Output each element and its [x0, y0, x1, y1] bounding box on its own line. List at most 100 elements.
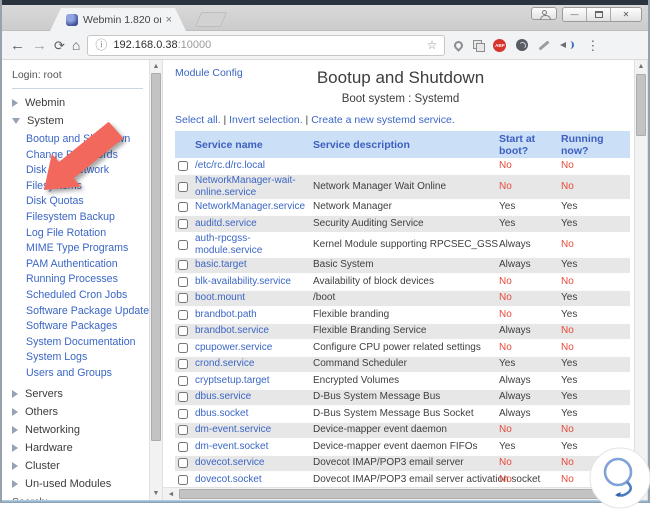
- service-checkbox[interactable]: [178, 474, 188, 485]
- home-button[interactable]: ⌂: [72, 38, 80, 52]
- sidebar-category-cluster[interactable]: Cluster: [12, 460, 145, 472]
- service-name-link[interactable]: cryptsetup.target: [195, 375, 313, 387]
- forward-button[interactable]: →: [32, 38, 47, 53]
- service-checkbox[interactable]: [178, 408, 188, 419]
- volume-extension-icon[interactable]: [560, 39, 575, 51]
- service-name-link[interactable]: brandbot.path: [195, 309, 313, 321]
- action-link-select-all[interactable]: Select all.: [175, 114, 221, 126]
- service-checkbox[interactable]: [178, 458, 188, 469]
- sidebar-item-disk-quotas[interactable]: Disk Quotas: [26, 194, 145, 210]
- service-checkbox[interactable]: [178, 181, 188, 192]
- sidebar-category-servers[interactable]: Servers: [12, 388, 145, 400]
- service-name-link[interactable]: blk-availability.service: [195, 276, 313, 288]
- service-name-link[interactable]: /etc/rc.d/rc.local: [195, 160, 313, 172]
- close-window-button[interactable]: ✕: [611, 8, 641, 21]
- browser-tab[interactable]: Webmin 1.820 on localh ×: [50, 8, 186, 31]
- service-name-link[interactable]: dbus.service: [195, 391, 313, 403]
- service-name-link[interactable]: basic.target: [195, 259, 313, 271]
- action-link-invert-selection[interactable]: Invert selection.: [229, 114, 303, 126]
- service-checkbox[interactable]: [178, 260, 188, 271]
- url-text[interactable]: 192.168.0.38:10000: [113, 39, 211, 51]
- extension-dark-circle-icon[interactable]: [516, 39, 529, 51]
- bookmark-star-icon[interactable]: ☆: [427, 38, 438, 52]
- page-scrollbar[interactable]: ▲ ▼: [634, 60, 648, 500]
- browser-menu-icon[interactable]: ⋮: [584, 39, 599, 52]
- maximize-button[interactable]: [587, 8, 611, 21]
- service-checkbox[interactable]: [178, 239, 188, 250]
- profile-button[interactable]: [531, 7, 557, 20]
- service-name-link[interactable]: NetworkManager-wait-online.service: [195, 175, 313, 199]
- module-config-link[interactable]: Module Config: [175, 67, 243, 79]
- sidebar-category-networking[interactable]: Networking: [12, 424, 145, 436]
- sidebar-item-system-logs[interactable]: System Logs: [26, 350, 145, 366]
- info-icon[interactable]: ⓘ: [95, 39, 107, 51]
- extension-lamp-icon[interactable]: [452, 38, 466, 52]
- service-checkbox[interactable]: [178, 425, 188, 436]
- horizontal-scroll-thumb[interactable]: [179, 489, 619, 499]
- service-name-link[interactable]: dbus.socket: [195, 408, 313, 420]
- sidebar-item-change-passwords[interactable]: Change Passwords: [26, 148, 145, 164]
- sidebar-category-webmin[interactable]: Webmin: [12, 97, 145, 109]
- back-button[interactable]: ←: [10, 38, 25, 53]
- sidebar-category-hardware[interactable]: Hardware: [12, 442, 145, 454]
- scroll-left-icon[interactable]: ◄: [165, 488, 177, 500]
- service-checkbox[interactable]: [178, 293, 188, 304]
- sidebar-scroll-thumb[interactable]: [151, 73, 161, 441]
- sidebar-item-bootup-and-shutdown[interactable]: Bootup and Shutdown: [26, 132, 145, 148]
- service-name-link[interactable]: boot.mount: [195, 292, 313, 304]
- scroll-down-icon[interactable]: ▼: [150, 487, 162, 500]
- sidebar-item-disk-and-network[interactable]: Disk and Network: [26, 163, 145, 179]
- service-name-link[interactable]: dm-event.socket: [195, 441, 313, 453]
- service-checkbox[interactable]: [178, 276, 188, 287]
- sidebar-item-pam-authentication[interactable]: PAM Authentication: [26, 257, 145, 273]
- address-bar[interactable]: ⓘ 192.168.0.38:10000 ☆: [87, 34, 446, 56]
- service-checkbox[interactable]: [178, 326, 188, 337]
- sidebar-item-mime-type-programs[interactable]: MIME Type Programs: [26, 241, 145, 257]
- horizontal-scrollbar[interactable]: ◄: [163, 487, 634, 500]
- running-now-value: Yes: [561, 217, 578, 229]
- sidebar-item-log-file-rotation[interactable]: Log File Rotation: [26, 226, 145, 242]
- service-name-link[interactable]: dovecot.service: [195, 457, 313, 469]
- service-name-link[interactable]: brandbot.service: [195, 325, 313, 337]
- sidebar-item-software-package-updates[interactable]: Software Package Updates: [26, 304, 149, 320]
- service-checkbox[interactable]: [178, 160, 188, 171]
- service-name-link[interactable]: dm-event.service: [195, 424, 313, 436]
- service-checkbox[interactable]: [178, 342, 188, 353]
- scroll-up-icon[interactable]: ▲: [635, 60, 647, 73]
- sidebar-item-filesystem-backup[interactable]: Filesystem Backup: [26, 210, 145, 226]
- sidebar-scrollbar[interactable]: ▲ ▼: [149, 60, 163, 500]
- scroll-up-icon[interactable]: ▲: [150, 60, 162, 73]
- sidebar-category-un-used-modules[interactable]: Un-used Modules: [12, 478, 145, 490]
- minimize-button[interactable]: —: [563, 8, 587, 21]
- page-scroll-thumb[interactable]: [636, 74, 646, 136]
- tab-close-icon[interactable]: ×: [166, 15, 172, 25]
- service-name-link[interactable]: dovecot.socket: [195, 474, 313, 486]
- sidebar-item-software-packages[interactable]: Software Packages: [26, 319, 145, 335]
- adblock-extension-icon[interactable]: ABP: [493, 38, 507, 52]
- service-name-link[interactable]: auditd.service: [195, 218, 313, 230]
- service-name-link[interactable]: NetworkManager.service: [195, 201, 313, 213]
- service-checkbox[interactable]: [178, 441, 188, 452]
- service-checkbox[interactable]: [178, 218, 188, 229]
- scroll-down-icon[interactable]: ▼: [635, 461, 647, 474]
- sidebar-item-system-documentation[interactable]: System Documentation: [26, 335, 145, 351]
- service-name-link[interactable]: auth-rpcgss-module.service: [195, 233, 313, 257]
- sidebar-item-users-and-groups[interactable]: Users and Groups: [26, 366, 145, 382]
- service-checkbox[interactable]: [178, 392, 188, 403]
- service-name-link[interactable]: crond.service: [195, 358, 313, 370]
- service-checkbox[interactable]: [178, 202, 188, 213]
- sidebar-item-scheduled-cron-jobs[interactable]: Scheduled Cron Jobs: [26, 288, 145, 304]
- sidebar-category-system[interactable]: System: [12, 115, 145, 127]
- reload-button[interactable]: ⟳: [54, 39, 65, 52]
- service-checkbox[interactable]: [178, 375, 188, 386]
- sidebar-item-running-processes[interactable]: Running Processes: [26, 272, 145, 288]
- sidebar-item-filesystems[interactable]: Filesystems: [26, 179, 145, 195]
- sidebar-category-others[interactable]: Others: [12, 406, 145, 418]
- action-link-create-a-new-systemd-service[interactable]: Create a new systemd service.: [311, 114, 455, 126]
- new-tab-button[interactable]: [194, 12, 228, 27]
- extension-pencil-icon[interactable]: [538, 39, 550, 51]
- extension-windows-icon[interactable]: [473, 40, 486, 52]
- service-name-link[interactable]: cpupower.service: [195, 342, 313, 354]
- service-checkbox[interactable]: [178, 309, 188, 320]
- service-checkbox[interactable]: [178, 359, 188, 370]
